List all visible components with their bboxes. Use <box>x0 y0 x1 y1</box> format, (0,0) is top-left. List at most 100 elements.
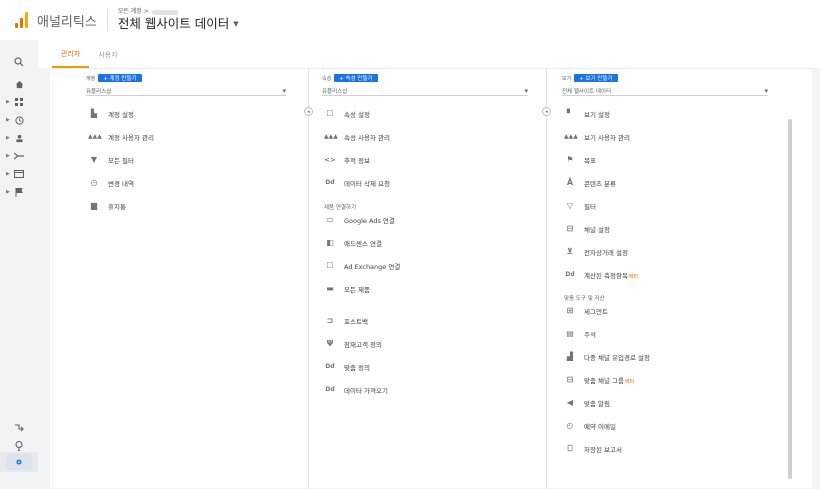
all-filters-link[interactable]: ▼ 모든 필터 <box>88 153 134 167</box>
account-settings-link[interactable]: ▙ 계정 설정 <box>88 107 134 121</box>
users-icon: ▲▲▲ <box>564 133 578 140</box>
column-divider <box>546 69 547 489</box>
behavior-icon[interactable]: ▶ <box>0 164 38 184</box>
audience-definitions-link[interactable]: Ψ 잠재고객 정의 <box>324 337 382 351</box>
redacted-account-name <box>151 9 178 15</box>
admin-button[interactable] <box>6 454 32 470</box>
ad-exchange-link[interactable]: ☐ Ad Exchange 연결 <box>324 259 400 273</box>
attribution-icon[interactable] <box>0 418 38 438</box>
doc-icon: ▘ <box>566 109 574 118</box>
property-user-management-link[interactable]: ▲▲▲ 속성 사용자 관리 <box>324 130 390 144</box>
custom-alerts-label: 맞춤 알림 <box>584 400 610 408</box>
view-label: 보기 <box>562 75 572 82</box>
create-view-button[interactable]: + 보기 만들기 <box>574 74 618 82</box>
chevron-down-icon: ▾ <box>282 86 286 95</box>
saved-report-icon: ⎕ <box>567 444 573 453</box>
change-history-link[interactable]: ◷ 변경 내역 <box>88 176 135 190</box>
all-filters-label: 모든 필터 <box>108 157 134 165</box>
tab-user[interactable]: 사용자 <box>89 42 126 68</box>
analytics-logo-icon[interactable] <box>15 12 29 28</box>
view-column: 보기 + 보기 만들기 전체 웹사이트 데이터 ▾ ▘ 보기 설정 ▲▲▲ 보기… <box>562 69 782 489</box>
expand-arrow-icon: ▶ <box>6 171 10 177</box>
audience-definitions-label: 잠재고객 정의 <box>344 341 382 349</box>
admin-gear-icon[interactable] <box>0 452 38 472</box>
property-selector[interactable]: 유플러스샵 ▾ <box>322 86 528 96</box>
view-selector-dropdown[interactable]: 전체 웹사이트 데이터 ▾ <box>562 86 768 96</box>
data-import-link[interactable]: Dd 데이터 가져오기 <box>324 383 388 397</box>
adsense-link[interactable]: ◧ 애드센스 연결 <box>324 236 382 250</box>
property-settings-link[interactable]: ☐ 속성 설정 <box>324 107 370 121</box>
goals-link[interactable]: ⚑ 목표 <box>564 153 596 167</box>
calculated-metrics-link[interactable]: Dd 계산된 측정항목베타 <box>564 268 638 282</box>
saved-reports-link[interactable]: ⎕ 저장된 보고서 <box>564 442 622 456</box>
scheduled-emails-label: 예약 이메일 <box>584 423 616 431</box>
calculated-metrics-label: 계산된 측정항목베타 <box>584 270 638 280</box>
content-grouping-link[interactable]: Å 콘텐츠 분류 <box>564 176 616 190</box>
tracking-info-link[interactable]: <> 추적 정보 <box>324 153 370 167</box>
view-settings-label: 보기 설정 <box>584 111 610 119</box>
admin-panel: 계정 + 계정 만들기 유플러스샵 ▾ ▙ 계정 설정 ▲▲▲ 계정 사용자 관… <box>50 68 812 489</box>
home-icon[interactable] <box>0 74 38 94</box>
all-products-link[interactable]: ▬ 모든 제품 <box>324 282 370 296</box>
segments-link[interactable]: ⊞ 세그먼트 <box>564 304 608 318</box>
view-settings-link[interactable]: ▘ 보기 설정 <box>564 107 610 121</box>
annotations-label: 주석 <box>584 331 596 339</box>
tab-admin[interactable]: 관리자 <box>52 42 90 68</box>
expand-arrow-icon: ▶ <box>6 189 10 195</box>
view-filters-link[interactable]: ▽ 필터 <box>564 199 596 213</box>
filter-icon: ▼ <box>90 155 98 164</box>
chevron-down-icon: ▼ <box>233 20 239 28</box>
realtime-icon[interactable]: ▶ <box>0 110 38 130</box>
property-selector-value: 유플러스샵 <box>322 88 348 95</box>
view-filters-label: 필터 <box>584 203 596 211</box>
collapse-left-icon[interactable]: ◂ <box>304 107 313 116</box>
tracking-info-label: 추적 정보 <box>344 157 370 165</box>
channel-settings-link[interactable]: ⊟ 채널 설정 <box>564 222 610 236</box>
annotations-link[interactable]: ▤ 주석 <box>564 327 596 341</box>
create-property-button[interactable]: + 속성 만들기 <box>334 74 378 82</box>
view-scrollbar[interactable] <box>788 119 792 479</box>
google-ads-link[interactable]: ▭ Google Ads 연결 <box>324 213 395 227</box>
custom-channel-grouping-link[interactable]: ⊟ 맞춤 채널 그룹베타 <box>564 373 635 387</box>
dd-icon: Dd <box>325 179 335 186</box>
account-header: 계정 + 계정 만들기 <box>86 74 142 82</box>
account-user-management-link[interactable]: ▲▲▲ 계정 사용자 관리 <box>88 130 154 144</box>
scheduled-emails-link[interactable]: ◴ 예약 이메일 <box>564 419 616 433</box>
account-selector-value: 유플러스샵 <box>86 88 112 95</box>
property-settings-label: 속성 설정 <box>344 111 370 119</box>
multichannel-funnel-link[interactable]: ▟ 다중 채널 유입경로 설정 <box>564 350 650 364</box>
account-picker[interactable]: 모든 계정 > 전체 웹사이트 데이터 ▼ <box>118 9 239 31</box>
property-header: 속성 + 속성 만들기 <box>322 74 378 82</box>
view-selector[interactable]: 전체 웹사이트 데이터 ▼ <box>118 18 239 31</box>
content-grouping-label: 콘텐츠 분류 <box>584 180 616 188</box>
ad-exchange-label: Ad Exchange 연결 <box>344 263 401 271</box>
custom-alerts-link[interactable]: ◀ 맞춤 알림 <box>564 396 610 410</box>
custom-definitions-link[interactable]: Dd 맞춤 정의 <box>324 360 370 374</box>
account-user-management-label: 계정 사용자 관리 <box>108 134 154 142</box>
square-icon: ☐ <box>326 109 334 118</box>
view-user-management-link[interactable]: ▲▲▲ 보기 사용자 관리 <box>564 130 630 144</box>
postback-link[interactable]: ⊐ 포스트백 <box>324 314 368 328</box>
dd-icon: Dd <box>325 363 335 370</box>
users-icon: ▲▲▲ <box>324 133 338 140</box>
acquisition-icon[interactable]: ▶ <box>0 146 38 166</box>
collapse-middle-icon[interactable]: ◂ <box>542 107 551 116</box>
search-icon[interactable] <box>0 52 38 72</box>
create-account-button[interactable]: + 계정 만들기 <box>98 74 142 82</box>
channel-icon: ⊟ <box>566 224 574 233</box>
dd-icon: Dd <box>325 386 335 393</box>
calculated-metrics-text: 계산된 측정항목 <box>584 272 628 280</box>
audience-icon[interactable]: ▶ <box>0 128 38 148</box>
trash-link[interactable]: ▆ 휴지통 <box>88 199 126 213</box>
conversions-icon[interactable]: ▶ <box>0 182 38 202</box>
multichannel-funnel-label: 다중 채널 유입경로 설정 <box>584 354 650 362</box>
data-deletion-link[interactable]: Dd 데이터 삭제 요청 <box>324 176 390 190</box>
custom-tools-section: 맞춤 도구 및 자산 <box>564 296 605 302</box>
expand-arrow-icon: ▶ <box>6 153 10 159</box>
adsense-icon: ◧ <box>326 238 334 247</box>
account-settings-label: 계정 설정 <box>108 111 134 119</box>
ecommerce-settings-link[interactable]: ⊻ 전자상거래 설정 <box>564 245 628 259</box>
account-selector[interactable]: 유플러스샵 ▾ <box>86 86 286 96</box>
customization-icon[interactable]: ▶ <box>0 92 38 112</box>
app-title: 애널리틱스 <box>37 14 97 30</box>
